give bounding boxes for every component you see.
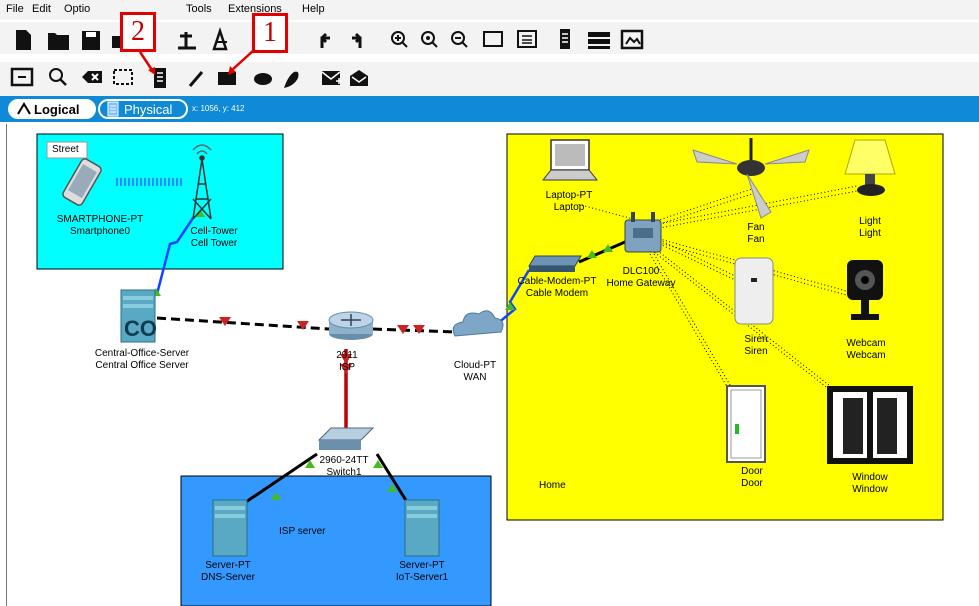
celltower-name-label: Cell Tower bbox=[190, 238, 238, 249]
dns-name-label: DNS-Server bbox=[201, 572, 255, 583]
menu-file[interactable]: File bbox=[6, 3, 24, 15]
celltower-model-label: Cell-Tower bbox=[190, 226, 238, 237]
cable-modem-icon[interactable] bbox=[528, 255, 582, 272]
menu-edit[interactable]: Edit bbox=[32, 3, 51, 15]
undo-icon[interactable] bbox=[320, 32, 330, 48]
print-icon[interactable] bbox=[112, 36, 120, 48]
physical-view-icon bbox=[107, 101, 119, 117]
draw-line-icon[interactable] bbox=[188, 71, 204, 87]
window-name-label: Window bbox=[852, 484, 888, 495]
co-server-name-label: Central Office Server bbox=[95, 360, 189, 371]
menu-options[interactable]: Optio bbox=[64, 3, 90, 15]
draw-rectangle-icon[interactable] bbox=[218, 72, 236, 85]
laptop-icon[interactable] bbox=[541, 139, 599, 181]
iot-server-icon[interactable] bbox=[404, 499, 440, 557]
modem-name-label: Cable Modem bbox=[525, 288, 589, 299]
smartphone-name-label: Smartphone0 bbox=[69, 226, 131, 237]
redo-icon[interactable] bbox=[352, 32, 362, 48]
screenshot-icon[interactable] bbox=[620, 29, 644, 50]
light-model-label: Light bbox=[859, 216, 881, 227]
router-model-label: 2911 bbox=[336, 350, 358, 361]
callout-2: 2 bbox=[120, 12, 156, 52]
complex-pdu-icon[interactable] bbox=[350, 70, 368, 86]
activity-wizard-icon[interactable] bbox=[178, 32, 196, 50]
door-name-label: Door bbox=[741, 478, 763, 489]
logical-workspace[interactable]: Street Home ISP server SMARTPHONE-PT Sma… bbox=[6, 124, 979, 606]
place-note-icon[interactable] bbox=[154, 68, 166, 88]
home-cluster-label: Home bbox=[539, 480, 566, 491]
drawing-palette-icon[interactable] bbox=[483, 31, 503, 47]
light-name-label: Light bbox=[859, 228, 881, 239]
fan-name-label: Fan bbox=[747, 234, 765, 245]
street-cluster-label: Street bbox=[52, 144, 79, 155]
switch-icon[interactable] bbox=[317, 427, 375, 450]
webcam-name-label: Webcam bbox=[846, 350, 886, 361]
freeform-icon[interactable] bbox=[284, 71, 299, 88]
window-model-label: Window bbox=[852, 472, 888, 483]
new-file-icon[interactable] bbox=[16, 30, 31, 50]
siren-model-label: Siren bbox=[744, 334, 768, 345]
draw-ellipse-icon[interactable] bbox=[254, 73, 272, 85]
laptop-name-label: Laptop bbox=[553, 202, 585, 213]
cloud-name-label: WAN bbox=[463, 372, 487, 383]
menu-help[interactable]: Help bbox=[302, 3, 325, 15]
zoom-in-icon[interactable] bbox=[391, 31, 408, 48]
resize-shape-icon[interactable] bbox=[113, 69, 133, 85]
select-icon[interactable] bbox=[10, 67, 34, 87]
gateway-model-label: DLC100 bbox=[622, 266, 660, 277]
zoom-out-icon[interactable] bbox=[451, 31, 468, 48]
menu-tools[interactable]: Tools bbox=[186, 3, 212, 15]
router-name-label: ISP bbox=[338, 362, 356, 373]
smartphone-model-label: SMARTPHONE-PT bbox=[56, 214, 144, 225]
gateway-name-label: Home Gateway bbox=[606, 278, 676, 289]
dns-model-label: Server-PT bbox=[205, 560, 251, 571]
siren-icon[interactable] bbox=[734, 257, 774, 325]
device-template-icon[interactable] bbox=[588, 32, 610, 49]
fan-model-label: Fan bbox=[747, 222, 765, 233]
tab-physical-label: Physical bbox=[124, 101, 173, 117]
link-router-cloud bbox=[372, 327, 456, 334]
open-folder-icon[interactable] bbox=[48, 33, 69, 50]
inspect-icon[interactable] bbox=[49, 68, 67, 86]
iot-name-label: IoT-Server1 bbox=[395, 572, 449, 583]
callout-1: 1 bbox=[252, 13, 288, 53]
dns-server-icon[interactable] bbox=[212, 499, 248, 557]
drawing-toolbar bbox=[0, 62, 979, 96]
view-tab-bar: Logical Physical x: 1056, y: 412 bbox=[0, 96, 979, 122]
network-info-icon[interactable] bbox=[212, 27, 228, 51]
pdu-list-icon[interactable] bbox=[560, 29, 570, 49]
tab-logical[interactable]: Logical bbox=[8, 99, 96, 119]
tab-logical-label: Logical bbox=[34, 101, 80, 117]
iot-model-label: Server-PT bbox=[399, 560, 445, 571]
door-model-label: Door bbox=[741, 466, 763, 477]
laptop-model-label: Laptop-PT bbox=[545, 190, 593, 201]
custom-device-dialog-icon[interactable] bbox=[517, 30, 537, 48]
save-icon[interactable] bbox=[82, 31, 100, 50]
zoom-reset-icon[interactable] bbox=[421, 31, 438, 48]
logical-view-icon bbox=[17, 102, 31, 115]
modem-model-label: Cable-Modem-PT bbox=[517, 276, 597, 287]
cloud-model-label: Cloud-PT bbox=[453, 360, 497, 371]
door-icon[interactable] bbox=[726, 385, 766, 463]
delete-icon[interactable] bbox=[82, 71, 102, 83]
switch-model-label: 2960-24TT bbox=[319, 455, 369, 466]
co-server-model-label: Central-Office-Server bbox=[94, 348, 190, 359]
switch-name-label: Switch1 bbox=[326, 467, 362, 478]
cloud-icon[interactable] bbox=[452, 310, 504, 337]
simple-pdu-icon[interactable] bbox=[321, 71, 342, 85]
window-icon[interactable] bbox=[827, 386, 913, 464]
siren-name-label: Siren bbox=[744, 346, 768, 357]
co-server-badge: CO bbox=[124, 316, 157, 341]
router-icon[interactable] bbox=[328, 311, 374, 340]
cursor-coordinates: x: 1056, y: 412 bbox=[192, 104, 245, 113]
tab-physical[interactable]: Physical bbox=[98, 99, 188, 119]
webcam-model-label: Webcam bbox=[846, 338, 886, 349]
isp-cluster-label: ISP server bbox=[279, 526, 326, 537]
